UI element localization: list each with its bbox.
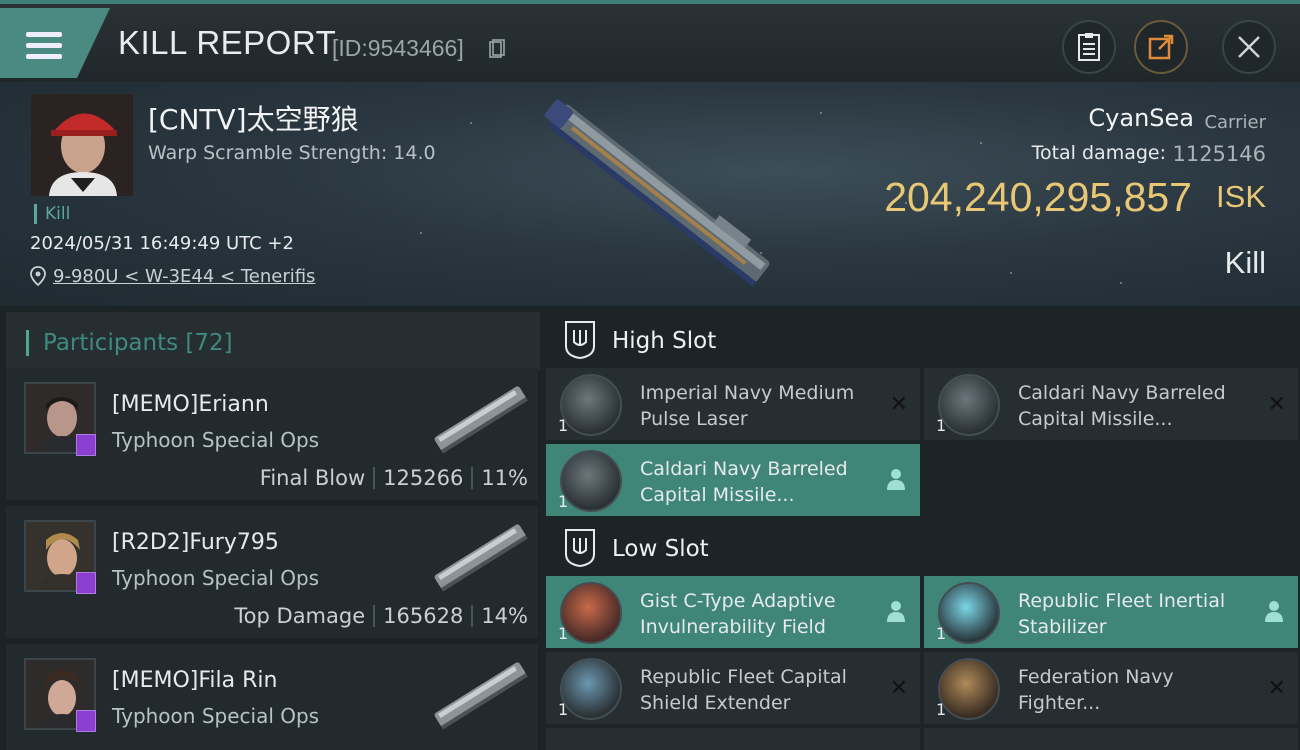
participant-row[interactable]: [R2D2]Fury795 Typhoon Special Ops Top Da…: [6, 506, 538, 638]
clipboard-icon: [1078, 33, 1100, 61]
menu-button[interactable]: [0, 8, 110, 78]
module-quantity: 1: [936, 624, 947, 643]
module-icon: [560, 658, 622, 720]
page-title: KILL REPORT: [118, 24, 337, 61]
victim-ship-class: Carrier: [1204, 112, 1266, 133]
top-bar: KILL REPORT [ID:9543466]: [0, 0, 1300, 82]
module-quantity: 1: [558, 700, 569, 719]
module-quantity: 1: [558, 624, 569, 643]
destroyed-icon: ✕: [1267, 676, 1286, 701]
participant-ship: Typhoon Special Ops: [112, 566, 320, 590]
module-icon: [560, 450, 622, 512]
high-slot-header: High Slot: [546, 310, 1300, 372]
module-name: Imperial Navy Medium Pulse Laser: [640, 382, 855, 430]
participant-ship: Typhoon Special Ops: [112, 704, 320, 728]
module-name: Caldari Navy Barreled Capital Missile...: [640, 458, 848, 506]
report-clipboard-button[interactable]: [1062, 20, 1116, 74]
participant-percent: 11%: [481, 466, 528, 490]
victim-ship-name: CyanSea: [1088, 104, 1194, 132]
module-name: Republic Fleet Inertial Stabilizer: [1018, 590, 1226, 638]
participant-name[interactable]: [MEMO]Fila Rin: [112, 668, 277, 693]
kill-result-label: Kill: [1224, 245, 1266, 280]
victim-ship-image[interactable]: [520, 82, 800, 306]
module-quantity: 1: [558, 416, 569, 435]
participant-ship-image: [434, 386, 528, 454]
close-icon: [1238, 36, 1260, 58]
kill-type-tag: Kill: [34, 204, 70, 224]
participant-badge-icon: [76, 710, 96, 732]
module-card[interactable]: 1 Federation Navy Fighter... ✕: [924, 652, 1298, 724]
total-damage-value: 1125146: [1172, 142, 1266, 166]
module-icon: [938, 582, 1000, 644]
module-card[interactable]: [924, 728, 1298, 750]
participant-row[interactable]: [MEMO]Fila Rin Typhoon Special Ops: [6, 644, 538, 750]
report-id: [ID:9543466]: [332, 35, 464, 61]
participants-panel: Participants [72] [MEMO]Eriann Typhoon S…: [0, 306, 540, 750]
participant-stats: Final Blow 125266 11%: [260, 466, 528, 490]
module-card[interactable]: 1 Gist C-Type Adaptive Invulnerability F…: [546, 576, 920, 648]
module-icon: [938, 658, 1000, 720]
kill-datetime: 2024/05/31 16:49:49 UTC +2: [30, 233, 294, 254]
victim-pilot-name[interactable]: [CNTV]太空野狼: [148, 98, 359, 138]
participant-percent: 14%: [481, 604, 528, 628]
warp-scramble-strength: Warp Scramble Strength: 14.0: [148, 142, 436, 164]
participant-badge-icon: [76, 572, 96, 594]
dropped-person-icon: [887, 469, 905, 490]
module-name: Republic Fleet Capital Shield Extender: [640, 666, 847, 714]
destroyed-icon: ✕: [889, 392, 908, 417]
module-card[interactable]: 1 Caldari Navy Barreled Capital Missile.…: [546, 444, 920, 516]
hamburger-icon: [26, 32, 62, 60]
low-slot-icon: [565, 529, 595, 568]
victim-avatar[interactable]: [31, 94, 133, 196]
share-icon: [1148, 34, 1174, 60]
module-name: Federation Navy Fighter...: [1018, 666, 1174, 714]
destroyed-icon: ✕: [889, 676, 908, 701]
module-card[interactable]: 1 Imperial Navy Medium Pulse Laser ✕: [546, 368, 920, 440]
isk-value: 204,240,295,857: [884, 174, 1192, 220]
dropped-person-icon: [1265, 601, 1283, 622]
module-card[interactable]: [546, 728, 920, 750]
location-pin-icon: [30, 266, 46, 286]
destroyed-icon: ✕: [1267, 392, 1286, 417]
module-icon: [560, 374, 622, 436]
module-quantity: 1: [558, 492, 569, 511]
high-slot-icon: [565, 321, 595, 360]
participant-row[interactable]: [MEMO]Eriann Typhoon Special Ops Final B…: [6, 368, 538, 500]
participant-name[interactable]: [MEMO]Eriann: [112, 392, 269, 417]
module-name: Gist C-Type Adaptive Invulnerability Fie…: [640, 590, 836, 638]
participant-name[interactable]: [R2D2]Fury795: [112, 530, 279, 555]
fitting-panel: High Slot 1 Imperial Navy Medium Pulse L…: [540, 306, 1300, 750]
kill-location-link[interactable]: 9-980U < W-3E44 < Tenerifis: [53, 266, 315, 287]
module-icon: [938, 374, 1000, 436]
module-card[interactable]: 1 Republic Fleet Capital Shield Extender…: [546, 652, 920, 724]
kill-summary-panel: [CNTV]太空野狼 Warp Scramble Strength: 14.0 …: [0, 82, 1300, 306]
module-card[interactable]: 1 Republic Fleet Inertial Stabilizer: [924, 576, 1298, 648]
module-quantity: 1: [936, 700, 947, 719]
participant-ship-image: [434, 524, 528, 592]
participant-role: Top Damage: [234, 604, 366, 628]
module-icon: [560, 582, 622, 644]
high-slot-title: High Slot: [612, 328, 717, 354]
participant-damage: 165628: [383, 604, 464, 628]
module-card[interactable]: 1 Caldari Navy Barreled Capital Missile.…: [924, 368, 1298, 440]
share-button[interactable]: [1134, 20, 1188, 74]
module-name: Caldari Navy Barreled Capital Missile...: [1018, 382, 1226, 430]
total-damage-label: Total damage:: [1031, 142, 1166, 164]
participants-title: Participants [72]: [26, 330, 233, 356]
participant-badge-icon: [76, 434, 96, 456]
participant-role: Final Blow: [259, 466, 366, 490]
close-button[interactable]: [1222, 20, 1276, 74]
low-slot-title: Low Slot: [612, 536, 709, 562]
participant-damage: 125266: [383, 466, 464, 490]
participant-stats: Top Damage 165628 14%: [234, 604, 528, 628]
dropped-person-icon: [887, 601, 905, 622]
participant-ship: Typhoon Special Ops: [112, 428, 320, 452]
low-slot-header: Low Slot: [546, 518, 1300, 580]
participant-ship-image: [434, 662, 528, 730]
copy-icon[interactable]: [489, 39, 505, 59]
module-quantity: 1: [936, 416, 947, 435]
isk-unit: ISK: [1216, 179, 1266, 214]
participants-header: Participants [72]: [6, 312, 540, 370]
